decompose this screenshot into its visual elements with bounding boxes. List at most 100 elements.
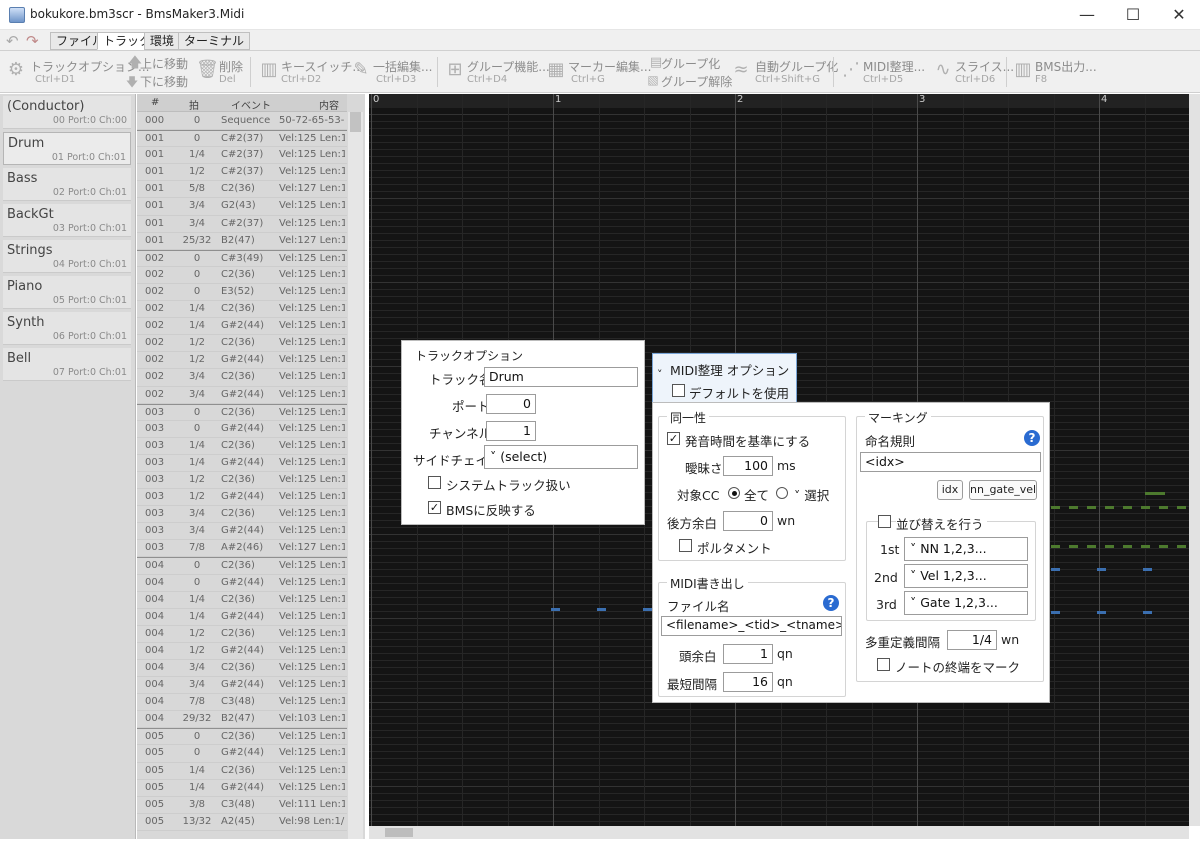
midi-note[interactable] [1159,506,1168,509]
table-row[interactable]: 005 3/8 C3(48) Vel:111 Len:1/1 [137,797,347,814]
midi-note[interactable] [1087,506,1096,509]
table-row[interactable]: 003 1/2 C2(36) Vel:125 Len:1/1 [137,472,347,490]
event-list-scrollbar[interactable] [348,112,363,839]
onset-base-checkbox[interactable]: ✓ [667,432,680,445]
table-row[interactable]: 002 1/2 C2(36) Vel:125 Len:1/1 [137,335,347,353]
midi-note[interactable] [1051,568,1060,571]
tab-environment[interactable]: 環境 [144,32,181,50]
table-row[interactable]: 003 1/4 C2(36) Vel:125 Len:1/1 [137,438,347,455]
table-row[interactable]: 001 1/2 C#2(37) Vel:125 Len:1/1 [137,164,347,182]
table-row[interactable]: 003 3/4 C2(36) Vel:125 Len:1/1 [137,506,347,524]
mark-note-end-checkbox[interactable] [877,658,890,671]
table-row[interactable]: 004 1/2 C2(36) Vel:125 Len:1/1 [137,626,347,643]
cc-all-radio[interactable] [728,487,740,499]
track-item-conductor[interactable]: (Conductor) 00 Port:0 Ch:00 [3,96,131,129]
table-row[interactable]: 005 1/4 C2(36) Vel:125 Len:1/1 [137,763,347,780]
table-row[interactable]: 004 0 G#2(44) Vel:125 Len:1/1 [137,575,347,592]
undo-icon[interactable]: ↶ [6,32,19,50]
midi-note[interactable] [1141,545,1150,548]
min-interval-input[interactable]: 16 [723,672,773,692]
table-row[interactable]: 001 3/4 G2(43) Vel:125 Len:1/1 [137,198,347,216]
insert-idx-button[interactable]: idx [937,480,963,500]
head-margin-input[interactable]: 1 [723,644,773,664]
table-row[interactable]: 004 29/32 B2(47) Vel:103 Len:1/1 [137,711,347,729]
portamento-checkbox[interactable] [679,539,692,552]
sort-third-select[interactable]: ˅ Gate 1,2,3... [904,591,1028,615]
scrollbar-thumb[interactable] [350,112,361,132]
table-row[interactable]: 004 0 C2(36) Vel:125 Len:1/1 [137,557,347,575]
system-track-checkbox[interactable] [428,476,441,489]
sort-first-select[interactable]: ˅ NN 1,2,3... [904,537,1028,561]
table-row[interactable]: 002 1/4 G#2(44) Vel:125 Len:1/1 [137,318,347,336]
track-item-bell[interactable]: Bell 07 Port:0 Ch:01 [3,348,131,381]
table-row[interactable]: 001 1/4 C#2(37) Vel:125 Len:1/1 [137,147,347,165]
table-row[interactable]: 002 3/4 G#2(44) Vel:125 Len:1/1 [137,387,347,404]
table-row[interactable]: 001 0 C#2(37) Vel:125 Len:1/1 [137,130,347,148]
midi-note[interactable] [1105,545,1114,548]
table-row[interactable]: 002 3/4 C2(36) Vel:125 Len:1/1 [137,369,347,387]
track-item-strings[interactable]: Strings 04 Port:0 Ch:01 [3,240,131,273]
move-up-button[interactable]: 上に移動 [140,55,188,72]
midi-note[interactable] [1177,506,1186,509]
column-header-beat[interactable]: 拍 [189,97,199,112]
maximize-button[interactable]: ☐ [1110,0,1156,30]
table-row[interactable]: 002 0 C#3(49) Vel:125 Len:1/1 [137,249,347,267]
midi-note[interactable] [1141,506,1150,509]
midi-note[interactable] [1069,506,1078,509]
close-button[interactable]: ✕ [1156,0,1200,30]
midi-note[interactable] [1123,545,1132,548]
piano-roll-vertical-scrollbar[interactable] [1189,94,1200,826]
minimize-button[interactable]: — [1064,0,1110,30]
table-row[interactable]: 005 13/32 A2(45) Vel:98 Len:1/16 [137,814,347,831]
redo-icon[interactable]: ↷ [26,32,39,50]
midi-note[interactable] [597,608,606,611]
insert-nn-gate-vel-button[interactable]: nn_gate_vel [969,480,1037,500]
help-icon[interactable]: ? [823,595,839,611]
table-row[interactable]: 005 0 G#2(44) Vel:125 Len:1/1 [137,745,347,763]
midi-option-header[interactable]: ˅ MIDI整理 オプション デフォルトを使用 [652,353,797,403]
track-name-input[interactable]: Drum [484,367,638,387]
table-row[interactable]: 005 0 C2(36) Vel:125 Len:1/1 [137,728,347,746]
table-row[interactable]: 003 0 G#2(44) Vel:125 Len:1/1 [137,421,347,438]
track-item-bass[interactable]: Bass 02 Port:0 Ch:01 [3,168,131,201]
table-row[interactable]: 002 0 C2(36) Vel:125 Len:1/1 [137,267,347,284]
midi-note[interactable] [1143,611,1152,614]
midi-note[interactable] [1069,545,1078,548]
channel-input[interactable]: 1 [486,421,536,441]
midi-note[interactable] [643,608,652,611]
use-default-checkbox[interactable] [672,384,685,397]
sort-second-select[interactable]: ˅ Vel 1,2,3... [904,564,1028,588]
track-item-backgt[interactable]: BackGt 03 Port:0 Ch:01 [3,204,131,237]
table-row[interactable]: 003 3/4 G#2(44) Vel:125 Len:1/1 [137,523,347,541]
midi-note[interactable] [1097,568,1106,571]
table-row[interactable]: 003 1/4 G#2(44) Vel:125 Len:1/1 [137,455,347,472]
move-down-button[interactable]: 下に移動 [140,73,188,90]
midi-note[interactable] [551,608,560,611]
reflect-bms-checkbox[interactable]: ✓ [428,501,441,514]
midi-note[interactable] [1051,506,1060,509]
table-row[interactable]: 001 3/4 C#2(37) Vel:125 Len:1/1 [137,216,347,233]
scrollbar-thumb[interactable] [385,828,413,837]
cc-select-radio[interactable] [776,487,788,499]
column-header-event[interactable]: イベント [231,97,271,112]
midi-note[interactable] [1051,545,1060,548]
table-row[interactable]: 005 1/4 G#2(44) Vel:125 Len:1/1 [137,780,347,797]
table-row[interactable]: 001 25/32 B2(47) Vel:127 Len:1/1 [137,233,347,250]
filename-input[interactable]: <filename>_<tid>_<tname> [661,616,842,636]
table-row[interactable]: 002 0 E3(52) Vel:125 Len:1/1 [137,284,347,302]
table-row[interactable]: 004 1/2 G#2(44) Vel:125 Len:1/1 [137,643,347,660]
table-row[interactable]: 004 1/4 G#2(44) Vel:125 Len:1/1 [137,609,347,626]
table-row[interactable]: 003 1/2 G#2(44) Vel:125 Len:1/1 [137,489,347,507]
naming-rule-input[interactable]: <idx> [860,452,1041,472]
midi-note[interactable] [1143,568,1152,571]
port-input[interactable]: 0 [486,394,536,414]
piano-roll-horizontal-scrollbar[interactable] [369,826,1189,839]
track-item-drum[interactable]: Drum 01 Port:0 Ch:01 [3,132,131,165]
column-header-content[interactable]: 内容 [319,97,339,112]
table-row[interactable]: 002 1/2 G#2(44) Vel:125 Len:1/1 [137,352,347,370]
midi-note[interactable] [1159,545,1168,548]
midi-note[interactable] [1097,611,1106,614]
table-row[interactable]: 004 1/4 C2(36) Vel:125 Len:1/1 [137,592,347,609]
midi-note[interactable] [1105,506,1114,509]
column-header-number[interactable]: # [151,97,159,108]
